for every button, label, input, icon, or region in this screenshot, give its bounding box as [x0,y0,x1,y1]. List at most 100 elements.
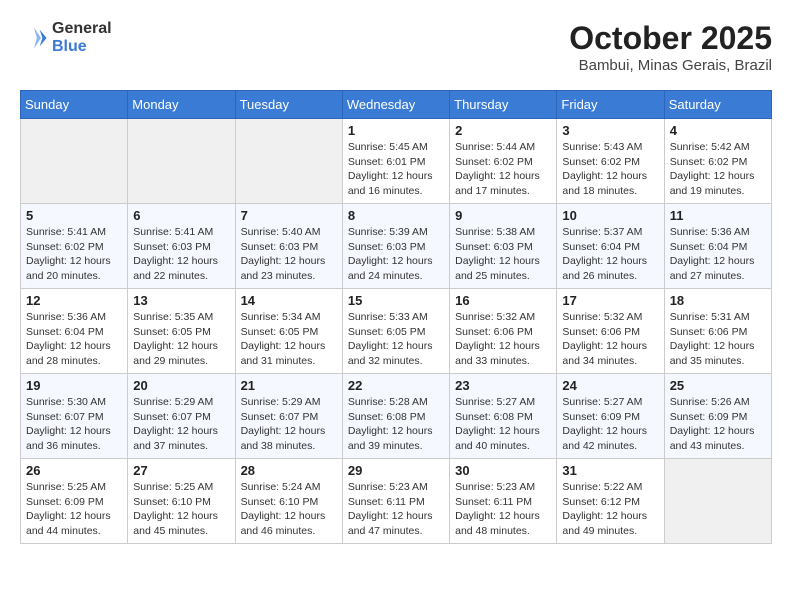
day-cell [664,459,771,544]
day-number: 23 [455,378,551,393]
title-block: October 2025 Bambui, Minas Gerais, Brazi… [569,20,772,74]
day-cell [235,119,342,204]
day-info: Sunrise: 5:32 AM Sunset: 6:06 PM Dayligh… [562,310,658,369]
day-number: 25 [670,378,766,393]
day-cell: 7 Sunrise: 5:40 AM Sunset: 6:03 PM Daylig… [235,204,342,289]
day-number: 19 [26,378,122,393]
day-info: Sunrise: 5:28 AM Sunset: 6:08 PM Dayligh… [348,395,444,454]
day-number: 8 [348,208,444,223]
day-info: Sunrise: 5:27 AM Sunset: 6:09 PM Dayligh… [562,395,658,454]
day-cell: 10 Sunrise: 5:37 AM Sunset: 6:04 PM Dayli… [557,204,664,289]
logo-text: General Blue [52,20,112,55]
day-info: Sunrise: 5:24 AM Sunset: 6:10 PM Dayligh… [241,480,337,539]
day-info: Sunrise: 5:38 AM Sunset: 6:03 PM Dayligh… [455,225,551,284]
day-info: Sunrise: 5:43 AM Sunset: 6:02 PM Dayligh… [562,140,658,199]
day-header-sunday: Sunday [21,91,128,119]
day-cell: 3 Sunrise: 5:43 AM Sunset: 6:02 PM Daylig… [557,119,664,204]
day-number: 24 [562,378,658,393]
day-number: 26 [26,463,122,478]
day-cell: 11 Sunrise: 5:36 AM Sunset: 6:04 PM Dayli… [664,204,771,289]
day-number: 1 [348,123,444,138]
day-cell: 16Sunrise: 5:32 AM Sunset: 6:06 PM Dayli… [450,289,557,374]
day-info: Sunrise: 5:34 AM Sunset: 6:05 PM Dayligh… [241,310,337,369]
day-cell: 4 Sunrise: 5:42 AM Sunset: 6:02 PM Daylig… [664,119,771,204]
day-info: Sunrise: 5:37 AM Sunset: 6:04 PM Dayligh… [562,225,658,284]
day-info: Sunrise: 5:31 AM Sunset: 6:06 PM Dayligh… [670,310,766,369]
day-number: 27 [133,463,229,478]
day-number: 21 [241,378,337,393]
day-number: 10 [562,208,658,223]
day-number: 16 [455,293,551,308]
day-cell: 14 Sunrise: 5:34 AM Sunset: 6:05 PM Dayli… [235,289,342,374]
day-cell: 31 Sunrise: 5:22 AM Sunset: 6:12 PM Dayli… [557,459,664,544]
week-row-3: 12 Sunrise: 5:36 AM Sunset: 6:04 PM Dayli… [21,289,772,374]
day-cell [21,119,128,204]
day-number: 11 [670,208,766,223]
day-cell: 21 Sunrise: 5:29 AM Sunset: 6:07 PM Dayli… [235,374,342,459]
page-header: General Blue October 2025 Bambui, Minas … [20,20,772,74]
day-number: 4 [670,123,766,138]
day-info: Sunrise: 5:35 AM Sunset: 6:05 PM Dayligh… [133,310,229,369]
location-subtitle: Bambui, Minas Gerais, Brazil [569,57,772,74]
day-cell: 23 Sunrise: 5:27 AM Sunset: 6:08 PM Dayli… [450,374,557,459]
day-number: 20 [133,378,229,393]
day-number: 12 [26,293,122,308]
day-cell: 2Sunrise: 5:44 AM Sunset: 6:02 PM Daylig… [450,119,557,204]
day-info: Sunrise: 5:29 AM Sunset: 6:07 PM Dayligh… [133,395,229,454]
day-info: Sunrise: 5:30 AM Sunset: 6:07 PM Dayligh… [26,395,122,454]
day-cell: 25 Sunrise: 5:26 AM Sunset: 6:09 PM Dayli… [664,374,771,459]
day-number: 17 [562,293,658,308]
day-header-monday: Monday [128,91,235,119]
week-row-4: 19 Sunrise: 5:30 AM Sunset: 6:07 PM Dayli… [21,374,772,459]
day-info: Sunrise: 5:40 AM Sunset: 6:03 PM Dayligh… [241,225,337,284]
day-number: 30 [455,463,551,478]
day-number: 13 [133,293,229,308]
day-info: Sunrise: 5:41 AM Sunset: 6:02 PM Dayligh… [26,225,122,284]
day-cell: 19 Sunrise: 5:30 AM Sunset: 6:07 PM Dayli… [21,374,128,459]
day-cell: 17 Sunrise: 5:32 AM Sunset: 6:06 PM Dayli… [557,289,664,374]
day-number: 14 [241,293,337,308]
calendar-table: SundayMondayTuesdayWednesdayThursdayFrid… [20,90,772,544]
day-number: 28 [241,463,337,478]
day-cell: 12 Sunrise: 5:36 AM Sunset: 6:04 PM Dayli… [21,289,128,374]
day-number: 22 [348,378,444,393]
day-number: 31 [562,463,658,478]
day-header-friday: Friday [557,91,664,119]
day-number: 29 [348,463,444,478]
day-number: 3 [562,123,658,138]
day-cell [128,119,235,204]
day-header-saturday: Saturday [664,91,771,119]
day-cell: 24 Sunrise: 5:27 AM Sunset: 6:09 PM Dayli… [557,374,664,459]
day-info: Sunrise: 5:36 AM Sunset: 6:04 PM Dayligh… [670,225,766,284]
day-info: Sunrise: 5:45 AM Sunset: 6:01 PM Dayligh… [348,140,444,199]
day-info: Sunrise: 5:26 AM Sunset: 6:09 PM Dayligh… [670,395,766,454]
logo-general: General [52,20,112,38]
day-cell: 22 Sunrise: 5:28 AM Sunset: 6:08 PM Dayli… [342,374,449,459]
day-info: Sunrise: 5:33 AM Sunset: 6:05 PM Dayligh… [348,310,444,369]
day-info: Sunrise: 5:42 AM Sunset: 6:02 PM Dayligh… [670,140,766,199]
day-cell: 28 Sunrise: 5:24 AM Sunset: 6:10 PM Dayli… [235,459,342,544]
day-info: Sunrise: 5:29 AM Sunset: 6:07 PM Dayligh… [241,395,337,454]
day-cell: 15Sunrise: 5:33 AM Sunset: 6:05 PM Dayli… [342,289,449,374]
day-number: 6 [133,208,229,223]
day-number: 7 [241,208,337,223]
week-row-1: 1 Sunrise: 5:45 AM Sunset: 6:01 PM Daylig… [21,119,772,204]
day-info: Sunrise: 5:23 AM Sunset: 6:11 PM Dayligh… [348,480,444,539]
day-cell: 20 Sunrise: 5:29 AM Sunset: 6:07 PM Dayli… [128,374,235,459]
day-cell: 27 Sunrise: 5:25 AM Sunset: 6:10 PM Dayli… [128,459,235,544]
day-info: Sunrise: 5:36 AM Sunset: 6:04 PM Dayligh… [26,310,122,369]
day-info: Sunrise: 5:22 AM Sunset: 6:12 PM Dayligh… [562,480,658,539]
day-info: Sunrise: 5:25 AM Sunset: 6:10 PM Dayligh… [133,480,229,539]
day-info: Sunrise: 5:41 AM Sunset: 6:03 PM Dayligh… [133,225,229,284]
day-header-wednesday: Wednesday [342,91,449,119]
day-header-thursday: Thursday [450,91,557,119]
day-number: 2 [455,123,551,138]
day-info: Sunrise: 5:39 AM Sunset: 6:03 PM Dayligh… [348,225,444,284]
calendar-header-row: SundayMondayTuesdayWednesdayThursdayFrid… [21,91,772,119]
day-info: Sunrise: 5:25 AM Sunset: 6:09 PM Dayligh… [26,480,122,539]
day-info: Sunrise: 5:23 AM Sunset: 6:11 PM Dayligh… [455,480,551,539]
week-row-5: 26 Sunrise: 5:25 AM Sunset: 6:09 PM Dayli… [21,459,772,544]
day-cell: 9Sunrise: 5:38 AM Sunset: 6:03 PM Daylig… [450,204,557,289]
day-cell: 8 Sunrise: 5:39 AM Sunset: 6:03 PM Daylig… [342,204,449,289]
day-info: Sunrise: 5:27 AM Sunset: 6:08 PM Dayligh… [455,395,551,454]
